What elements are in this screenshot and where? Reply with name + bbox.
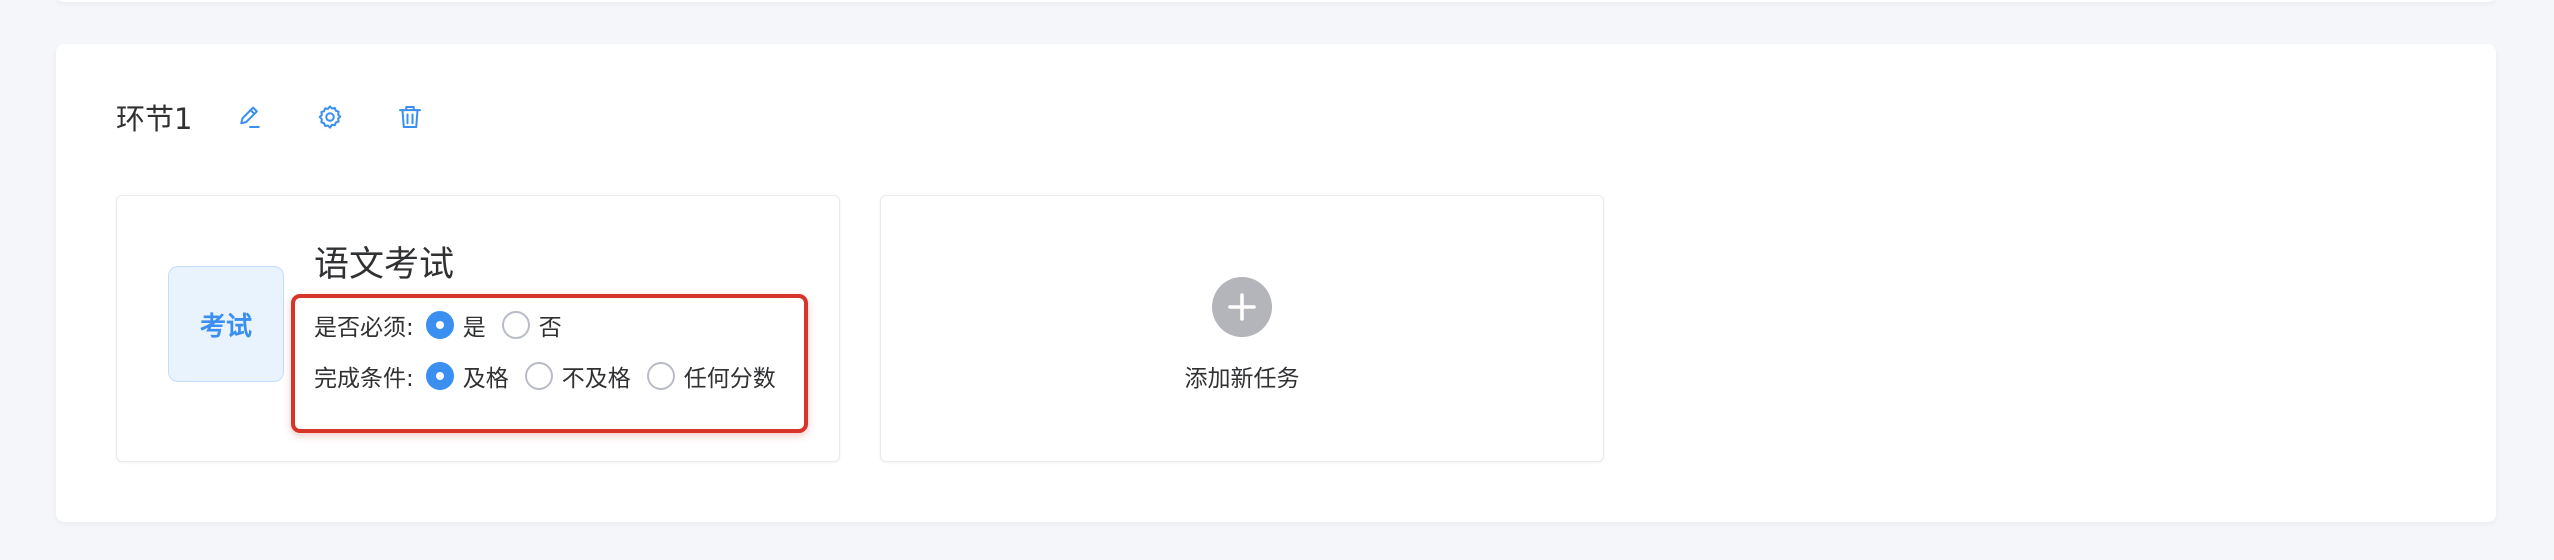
radio-checked-icon bbox=[425, 362, 454, 390]
add-task-card[interactable]: 添加新任务 bbox=[880, 195, 1604, 462]
stage-settings-button[interactable] bbox=[310, 97, 350, 137]
edit-stage-button[interactable] bbox=[230, 97, 270, 137]
plus-icon bbox=[1228, 293, 1256, 321]
add-task-button[interactable] bbox=[1212, 277, 1272, 337]
radio-label: 是 bbox=[462, 315, 486, 341]
radio-label: 否 bbox=[538, 315, 562, 341]
gear-icon bbox=[319, 105, 342, 129]
task-type-badge: 考试 bbox=[168, 266, 284, 382]
completion-any-score-radio[interactable]: 任何分数 bbox=[646, 359, 776, 393]
required-no-radio[interactable]: 否 bbox=[501, 308, 562, 342]
radio-unchecked-icon bbox=[501, 311, 530, 339]
previous-stage-card bbox=[56, 0, 2496, 2]
add-task-label: 添加新任务 bbox=[1184, 366, 1300, 392]
delete-stage-button[interactable] bbox=[390, 97, 430, 137]
task-card-exam[interactable]: 考试 语文考试 是否必须: 是 否 完成条件: 及格 不及格 任何分数 bbox=[116, 195, 840, 462]
completion-label: 完成条件: bbox=[314, 366, 414, 392]
trash-icon bbox=[399, 106, 422, 128]
completion-pass-radio[interactable]: 及格 bbox=[425, 359, 509, 393]
radio-unchecked-icon bbox=[646, 362, 675, 390]
radio-label: 任何分数 bbox=[683, 366, 776, 392]
stage-title: 环节1 bbox=[116, 102, 193, 136]
radio-checked-icon bbox=[425, 311, 454, 339]
completion-option-row: 完成条件: 及格 不及格 任何分数 bbox=[314, 359, 792, 393]
task-title: 语文考试 bbox=[314, 245, 455, 285]
completion-fail-radio[interactable]: 不及格 bbox=[524, 359, 631, 393]
required-option-row: 是否必须: 是 否 bbox=[314, 308, 578, 342]
radio-unchecked-icon bbox=[524, 362, 553, 390]
required-yes-radio[interactable]: 是 bbox=[425, 308, 486, 342]
radio-label: 不及格 bbox=[561, 366, 631, 392]
edit-icon bbox=[240, 106, 261, 128]
stage-card: 环节1 考试 语文考试 是否必须: 是 否 完成条件: 及格 不及格 任何分数 … bbox=[56, 44, 2496, 522]
stage-header: 环节1 bbox=[116, 97, 470, 137]
required-label: 是否必须: bbox=[314, 315, 414, 341]
radio-label: 及格 bbox=[462, 366, 509, 392]
